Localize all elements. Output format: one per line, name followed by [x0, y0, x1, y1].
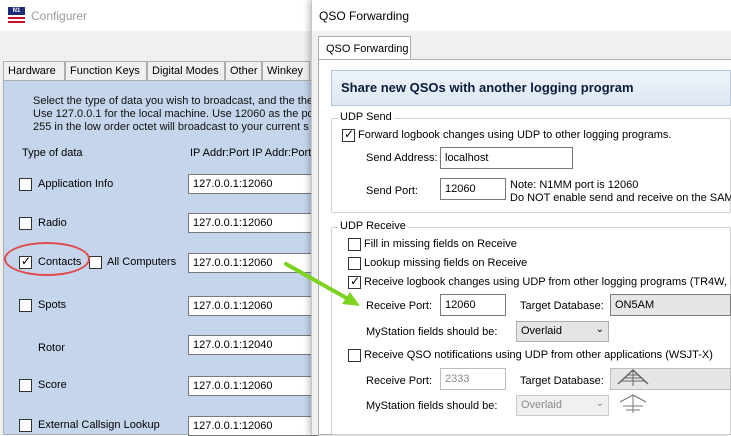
ip-input-external-callsign-lookup[interactable]: 127.0.0.1:12060	[188, 416, 318, 436]
annotation-arrow-icon	[284, 262, 360, 306]
mystation-2-select-value: Overlaid	[521, 399, 562, 411]
send-port-input[interactable]: 12060	[440, 178, 506, 200]
label-receive-qso: Receive QSO notifications using UDP from…	[364, 349, 713, 361]
label-receive-port-2: Receive Port:	[366, 375, 433, 387]
label-send-port: Send Port:	[366, 185, 418, 197]
label-application-info: Application Info	[38, 178, 114, 190]
udp-send-title: UDP Send	[338, 111, 394, 123]
checkbox-radio[interactable]	[19, 217, 32, 230]
label-target-database-2: Target Database:	[520, 375, 604, 387]
checkbox-external-callsign-lookup[interactable]	[19, 419, 32, 432]
ip-input-application-info[interactable]: 127.0.0.1:12060	[188, 174, 318, 194]
banner-text: Share new QSOs with another logging prog…	[341, 80, 634, 95]
checkbox-receive-qso[interactable]	[348, 349, 361, 362]
label-target-database: Target Database:	[520, 300, 604, 312]
antenna-logo-icon	[617, 368, 649, 386]
checkbox-score[interactable]	[19, 379, 32, 392]
qso-forwarding-titlebar[interactable]: QSO Forwarding	[312, 0, 731, 31]
ip-input-score[interactable]: 127.0.0.1:12060	[188, 376, 318, 396]
label-rotor: Rotor	[38, 342, 65, 354]
highlight-circle	[4, 242, 90, 276]
checkbox-fill-missing[interactable]	[348, 238, 361, 251]
ip-input-radio[interactable]: 127.0.0.1:12060	[188, 213, 318, 233]
label-send-address: Send Address:	[366, 152, 438, 164]
receive-port-input[interactable]: 12060	[440, 294, 506, 316]
label-external-callsign-lookup: External Callsign Lookup	[38, 419, 160, 431]
send-address-input[interactable]: localhost	[440, 147, 573, 169]
label-forward-logbook: Forward logbook changes using UDP to oth…	[358, 129, 672, 141]
checkbox-all-computers[interactable]	[89, 256, 102, 269]
checkbox-forward-logbook[interactable]	[342, 127, 355, 142]
column-header-ip: IP Addr:Port IP Addr:Port...	[190, 147, 318, 159]
tab-hardware[interactable]: Hardware	[3, 61, 65, 80]
label-fill-missing: Fill in missing fields on Receive	[364, 238, 517, 250]
send-port-note-1: Note: N1MM port is 12060	[510, 179, 639, 191]
label-receive-port: Receive Port:	[366, 300, 433, 312]
target-database-select[interactable]: ON5AM	[610, 294, 731, 316]
tab-winkey[interactable]: Winkey	[262, 61, 310, 80]
chevron-down-icon: ⌄	[595, 398, 604, 409]
tab-other[interactable]: Other	[225, 61, 262, 80]
label-all-computers: All Computers	[107, 256, 177, 268]
label-radio: Radio	[38, 217, 67, 229]
n1mm-logo-icon: N1	[8, 7, 25, 23]
qso-banner: Share new QSOs with another logging prog…	[331, 70, 731, 106]
ip-input-rotor[interactable]: 127.0.0.1:12040	[188, 335, 318, 355]
label-mystation-fields: MyStation fields should be:	[366, 326, 498, 338]
mystation-2-select[interactable]: Overlaid ⌄	[516, 395, 609, 416]
tab-digital-modes[interactable]: Digital Modes	[147, 61, 225, 80]
qso-forwarding-title: QSO Forwarding	[319, 9, 410, 23]
label-receive-logbook: Receive logbook changes using UDP from o…	[364, 276, 731, 288]
chevron-down-icon: ⌄	[595, 324, 604, 335]
label-mystation-fields-2: MyStation fields should be:	[366, 400, 498, 412]
mystation-select-value: Overlaid	[521, 325, 562, 337]
tab-function-keys[interactable]: Function Keys	[65, 61, 147, 80]
column-header-type: Type of data	[22, 147, 83, 159]
receive-port-2-input[interactable]: 2333	[440, 368, 506, 390]
checkbox-application-info[interactable]	[19, 178, 32, 191]
mystation-select[interactable]: Overlaid ⌄	[516, 321, 609, 342]
send-port-note-2: Do NOT enable send and receive on the SA…	[510, 192, 731, 204]
checkbox-spots[interactable]	[19, 299, 32, 312]
broadcast-description: Select the type of data you wish to broa…	[33, 95, 314, 133]
antenna-logo-icon	[619, 394, 647, 413]
configurer-title: Configurer	[31, 9, 88, 23]
udp-receive-title: UDP Receive	[338, 220, 408, 232]
label-score: Score	[38, 379, 67, 391]
label-lookup-missing: Lookup missing fields on Receive	[364, 257, 528, 269]
label-spots: Spots	[38, 299, 67, 311]
tab-qso-forwarding[interactable]: QSO Forwarding	[318, 36, 411, 60]
